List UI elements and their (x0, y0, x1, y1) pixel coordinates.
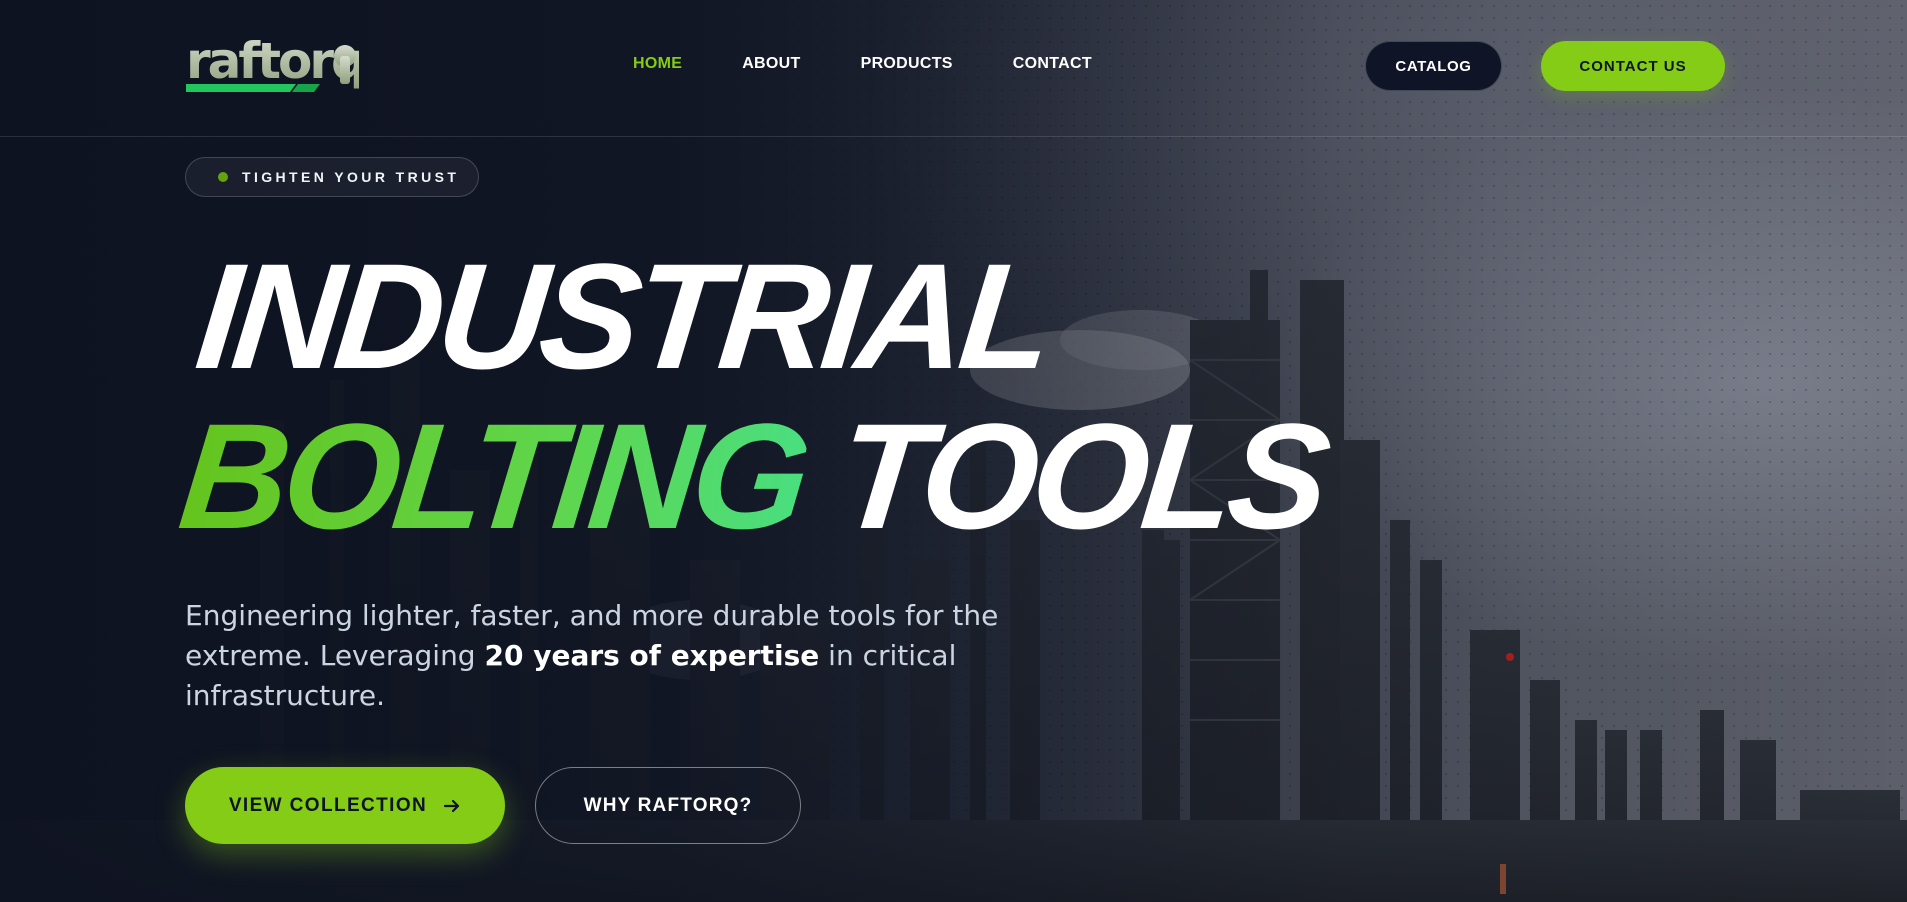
hero-description-highlight: 20 years of expertise (484, 639, 820, 672)
status-dot-icon (218, 172, 228, 182)
hero-headline: INDUSTRIAL BOLTING TOOLS (173, 232, 1348, 560)
view-collection-label: VIEW COLLECTION (228, 794, 428, 816)
svg-text:raftorq: raftorq (186, 34, 359, 90)
headline-accent: BOLTING (172, 392, 813, 560)
main-nav: HOME ABOUT PRODUCTS CONTACT (633, 55, 1092, 73)
nav-products[interactable]: PRODUCTS (861, 55, 953, 73)
contact-us-button[interactable]: CONTACT US (1541, 41, 1725, 91)
raftorq-logo[interactable]: raftorq (184, 34, 359, 98)
hero-description: Engineering lighter, faster, and more du… (185, 596, 1005, 716)
nav-about[interactable]: ABOUT (742, 55, 800, 73)
site-header: raftorq HOME ABOUT PRODUCTS CONTACT CATA… (0, 0, 1907, 137)
headline-line-2: BOLTING TOOLS (173, 392, 1332, 560)
why-raftorq-button[interactable]: WHY RAFTORQ? (535, 767, 801, 844)
arrow-right-icon (444, 799, 460, 812)
view-collection-button[interactable]: VIEW COLLECTION (185, 767, 505, 844)
catalog-button[interactable]: CATALOG (1365, 41, 1502, 91)
tagline-text: TIGHTEN YOUR TRUST (242, 169, 460, 185)
nav-contact[interactable]: CONTACT (1013, 55, 1092, 73)
headline-rest: TOOLS (830, 392, 1332, 560)
headline-line-1: INDUSTRIAL (189, 232, 1056, 400)
tagline-badge: TIGHTEN YOUR TRUST (185, 157, 479, 197)
nav-home[interactable]: HOME (633, 55, 682, 73)
